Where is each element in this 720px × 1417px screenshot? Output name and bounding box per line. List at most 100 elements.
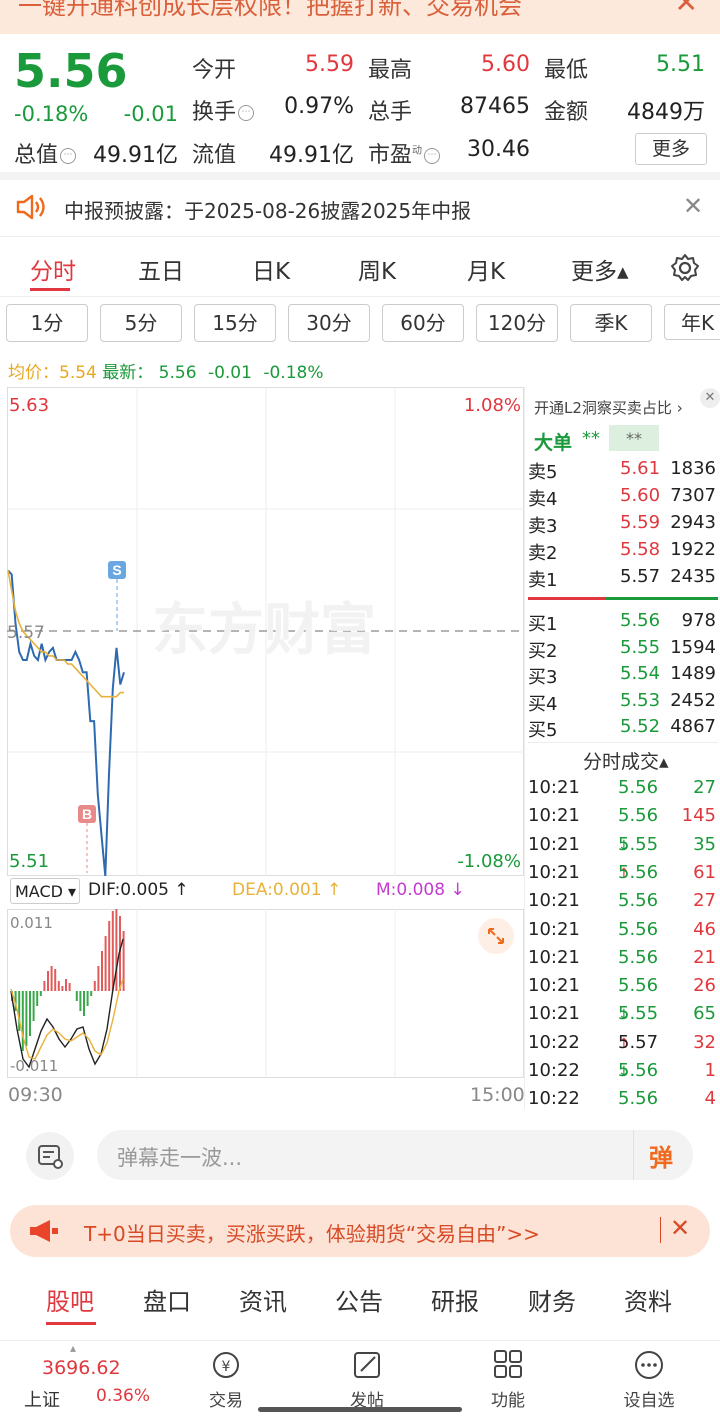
pe-label-text: 市盈 [368, 143, 413, 168]
l2-link[interactable]: 开通L2洞察买卖占比 › [534, 397, 683, 418]
macd-chart[interactable]: 0.011 -0.011 [7, 909, 524, 1079]
tab-pankou[interactable]: 盘口 [143, 1282, 191, 1317]
ask-bar-red [528, 597, 606, 600]
bottom-nav: ▴ 3696.62 上证 0.36% ¥ 交易 发帖 功能 设自选 [0, 1340, 720, 1417]
macd-bar [97, 966, 100, 991]
trade-price: 5.56 ↑ [618, 862, 658, 883]
trade-price-value: 5.56 [618, 946, 659, 968]
danmu-input[interactable]: 弹幕走一波... 弹 [97, 1130, 693, 1180]
info-icon: ⋯ [238, 105, 255, 121]
trade-price-value: 5.56 [618, 805, 659, 827]
ask-volume: 2435 [670, 566, 716, 587]
trade-row: 10:21 5.56 27 [528, 890, 718, 918]
trade-volume: 65 [693, 1003, 716, 1025]
intraday-chart[interactable]: 东方财富 S B 5.63 5.57 5.51 1.08% -1.08% [7, 387, 524, 876]
macd-bar [104, 936, 107, 991]
macd-selector[interactable]: MACD ▾ [10, 878, 80, 904]
pe-label[interactable]: 市盈动 ⋯ [368, 137, 441, 169]
nav-trade[interactable]: ¥ 交易 [176, 1341, 276, 1411]
futures-promo-banner[interactable]: T+0当日买卖，买涨买跌，体验期货“交易自由”>> ✕ [10, 1205, 710, 1257]
tab-announcements[interactable]: 公告 [335, 1282, 383, 1317]
interval-5min[interactable]: 5分 [100, 304, 182, 342]
trade-volume: 26 [693, 975, 716, 997]
turnover-label-text: 换手 [192, 100, 237, 125]
settings-gear-icon[interactable] [669, 252, 701, 284]
interval-year-k[interactable]: 年K [664, 304, 720, 340]
top-banner-close-icon[interactable]: ✕ [675, 0, 698, 19]
trade-time: 10:21 [528, 1003, 580, 1025]
ask-level: 卖5 [528, 462, 558, 483]
trade-price: 5.56 ↓ [618, 1060, 658, 1081]
chevron-right-icon: › [676, 399, 683, 417]
macd-bar [111, 911, 114, 991]
index-pct: 0.36% [96, 1386, 151, 1406]
promo-top-banner[interactable]: 一键开通科创成长层权限！把握打新、交易机会 ✕ [0, 0, 720, 34]
tab-finance[interactable]: 财务 [528, 1282, 576, 1317]
nav-add-watchlist[interactable]: 设自选 [599, 1341, 699, 1411]
tab-weekly-k[interactable]: 周K [358, 252, 396, 286]
tab-intraday[interactable]: 分时 [30, 252, 76, 286]
megaphone-icon [30, 1220, 58, 1242]
nav-post[interactable]: 发帖 [317, 1341, 417, 1411]
macd-bar [29, 991, 31, 1036]
trade-row: 10:21 5.56 46 [528, 919, 718, 947]
bid-row[interactable]: 买2 5.55 1594 [528, 637, 718, 664]
big-order-label-text: 大单 [534, 432, 573, 454]
pct-axis-bottom: -1.08% [457, 851, 521, 872]
tab-five-day[interactable]: 五日 [138, 252, 184, 286]
bid-row[interactable]: 买5 5.52 4867 [528, 716, 718, 743]
trade-price-value: 5.56 [618, 861, 659, 883]
nav-functions[interactable]: 功能 [458, 1341, 558, 1411]
bid-bar-green [606, 597, 718, 600]
promo-close-icon[interactable]: ✕ [670, 1214, 690, 1242]
ask-row[interactable]: 卖3 5.59 2943 [528, 512, 718, 539]
tab-news[interactable]: 资讯 [239, 1282, 287, 1317]
interval-1min[interactable]: 1分 [6, 304, 88, 342]
bid-row[interactable]: 买4 5.53 2452 [528, 690, 718, 717]
ask-row[interactable]: 卖2 5.58 1922 [528, 539, 718, 566]
tab-research[interactable]: 研报 [431, 1282, 479, 1317]
ask-row[interactable]: 卖1 5.57 2435 [528, 566, 718, 593]
notice-bar[interactable]: 中报预披露：于2025-08-26披露2025年中报 ✕ [0, 180, 720, 237]
ask-row[interactable]: 卖5 5.61 1836 [528, 458, 718, 485]
l2-link-text: 开通L2洞察买卖占比 [534, 399, 672, 417]
trades-title[interactable]: 分时成交▴ [583, 747, 669, 774]
trade-price-value: 5.56 [618, 975, 659, 997]
bid-row[interactable]: 买3 5.54 1489 [528, 663, 718, 690]
tab-profile[interactable]: 资料 [624, 1282, 672, 1317]
more-button[interactable]: 更多 [635, 133, 707, 165]
trade-volume: 27 [693, 777, 716, 798]
index-value[interactable]: 3696.62 [42, 1357, 121, 1379]
turnover-label[interactable]: 换手 ⋯ [192, 94, 255, 126]
ask-row[interactable]: 卖4 5.60 7307 [528, 485, 718, 512]
bid-price: 5.55 [620, 636, 661, 658]
macd-m: M:0.008 ↓ [376, 880, 465, 900]
trade-icon: ¥ [213, 1352, 239, 1378]
big-order-label: 大单 [534, 428, 572, 455]
l2-close-icon[interactable]: ✕ [700, 388, 720, 408]
high-label: 最高 [368, 58, 413, 83]
interval-15min[interactable]: 15分 [194, 304, 276, 342]
tab-monthly-k[interactable]: 月K [467, 252, 505, 286]
bid-row[interactable]: 买1 5.56 978 [528, 610, 718, 637]
macd-bar [21, 991, 24, 1051]
ask-price: 5.58 [620, 539, 661, 560]
danmu-settings-icon[interactable] [26, 1132, 74, 1180]
interval-60min[interactable]: 60分 [382, 304, 464, 342]
tab-more[interactable]: 更多▴ [571, 252, 629, 286]
trade-row: 10:21 5.56 145 [528, 805, 718, 833]
market-cap-label[interactable]: 总值 ⋯ [14, 137, 77, 169]
ask-volume: 1922 [670, 539, 716, 560]
notice-close-icon[interactable]: ✕ [683, 192, 703, 220]
tab-daily-k[interactable]: 日K [252, 252, 290, 286]
index-name: 上证 [24, 1390, 60, 1411]
danmu-send-button[interactable]: 弹 [649, 1138, 673, 1173]
interval-120min[interactable]: 120分 [476, 304, 558, 342]
divider [633, 1130, 634, 1180]
interval-30min[interactable]: 30分 [288, 304, 370, 342]
trade-row: 10:22 5.57 ↑ 32 [528, 1032, 718, 1060]
volume-value: 87465 [460, 94, 530, 119]
interval-quarter-k[interactable]: 季K [570, 304, 652, 342]
tab-guba[interactable]: 股吧 [46, 1282, 94, 1317]
macd-bar [68, 983, 71, 991]
